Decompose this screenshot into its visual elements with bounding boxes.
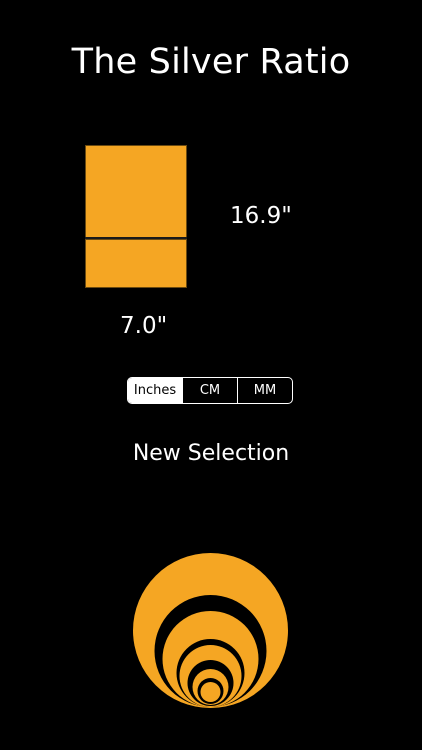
height-measurement: 16.9"	[230, 203, 292, 229]
ratio-rectangle-major	[85, 145, 187, 239]
ratio-rectangle	[85, 145, 187, 288]
unit-option-cm[interactable]: CM	[182, 378, 237, 403]
unit-option-inches[interactable]: Inches	[128, 378, 182, 403]
page-title: The Silver Ratio	[71, 42, 351, 82]
unit-segmented-control: Inches CM MM	[127, 377, 293, 404]
new-selection-button[interactable]: New Selection	[0, 441, 422, 466]
ratio-rectangle-minor	[85, 239, 187, 288]
unit-option-mm[interactable]: MM	[237, 378, 292, 403]
nested-circles-logo-icon	[133, 553, 288, 708]
width-measurement: 7.0"	[120, 313, 168, 339]
